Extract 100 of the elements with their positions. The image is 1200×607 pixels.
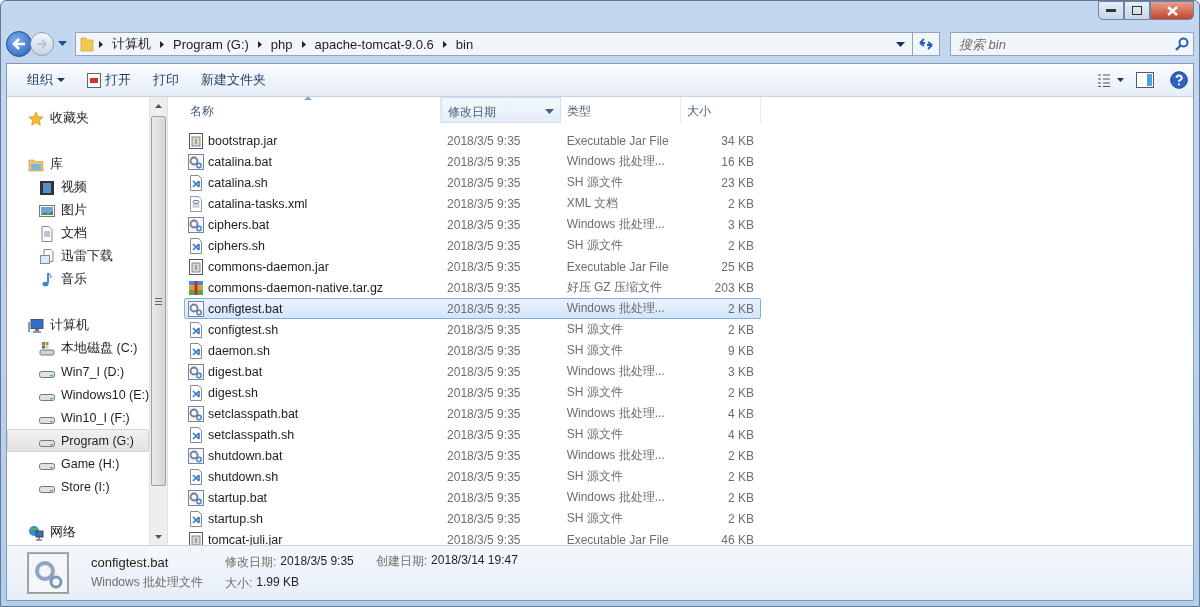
maximize-button[interactable] [1124, 1, 1150, 20]
dropdown-arrow-icon[interactable] [545, 109, 554, 114]
left-arrow-icon [12, 38, 26, 50]
nav-item[interactable]: Store (I:) [7, 475, 149, 498]
gears-file-icon [188, 447, 204, 464]
file-row[interactable]: ciphers.sh 2018/3/5 9:35 SH 源文件 2 KB [184, 235, 761, 256]
file-row[interactable]: configtest.bat 2018/3/5 9:35 Windows 批处理... 2 KB [184, 298, 761, 319]
column-header[interactable]: 类型 [561, 97, 681, 123]
type-cell-text: Windows 批处理... [565, 153, 666, 170]
down-arrow-icon[interactable] [155, 534, 162, 539]
date-cell-text: 2018/3/5 9:35 [446, 322, 522, 337]
nav-item[interactable]: 文档 [7, 222, 149, 245]
file-row[interactable]: configtest.sh 2018/3/5 9:35 SH 源文件 2 KB [184, 319, 761, 340]
search-icon [1175, 37, 1189, 51]
file-row[interactable]: daemon.sh 2018/3/5 9:35 SH 源文件 9 KB [184, 340, 761, 361]
maximize-icon [1132, 6, 1142, 15]
file-row[interactable]: startup.bat 2018/3/5 9:35 Windows 批处理... 2 KB [184, 487, 761, 508]
view-list-icon[interactable] [1098, 73, 1124, 87]
file-row[interactable]: bootstrap.jar 2018/3/5 9:35 Executable Jar File 34 KB [184, 130, 761, 151]
chevron-icon[interactable] [301, 40, 306, 48]
nav-item[interactable]: Windows10 (E:) [7, 383, 149, 406]
scrollbar[interactable] [149, 97, 167, 545]
dropdown-arrow-icon[interactable] [895, 41, 905, 47]
nav-item[interactable]: Win7_I (D:) [7, 360, 149, 383]
toolbar-button[interactable]: 组织 [19, 68, 73, 92]
field-label: 大小: [225, 575, 253, 592]
file-row[interactable]: ciphers.bat 2018/3/5 9:35 Windows 批处理... 3 KB [184, 214, 761, 235]
size-cell-text: 9 KB [726, 343, 755, 358]
breadcrumb[interactable]: Program (G:) [169, 36, 253, 52]
file-row[interactable]: setclasspath.bat 2018/3/5 9:35 Windows 批处理... 4 KB [184, 403, 761, 424]
address-bar[interactable]: 计算机 Program (G:) php apache-tomcat-9.0.6 bin [75, 32, 940, 56]
chevron-icon[interactable] [99, 40, 103, 48]
back-button[interactable] [6, 31, 32, 57]
file-name: commons-daemon-native.tar.gz [208, 280, 384, 295]
file-row[interactable]: shutdown.bat 2018/3/5 9:35 Windows 批处理... 2 KB [184, 445, 761, 466]
field-label: 修改日期: [225, 554, 277, 571]
picture-icon [39, 202, 55, 219]
nav-item[interactable]: Win10_I (F:) [7, 406, 149, 429]
help-icon[interactable] [1170, 71, 1188, 89]
nav-item[interactable]: 本地磁盘 (C:) [7, 337, 149, 360]
xml-file-icon [188, 195, 204, 212]
nav-item[interactable]: 计算机 [7, 314, 149, 337]
up-arrow-icon[interactable] [155, 103, 162, 108]
nav-item[interactable]: 收藏夹 [7, 107, 149, 130]
breadcrumb[interactable]: 计算机 [108, 35, 155, 53]
breadcrumb[interactable]: apache-tomcat-9.0.6 [310, 36, 438, 52]
file-row[interactable]: commons-daemon.jar 2018/3/5 9:35 Executable Jar File 25 KB [184, 256, 761, 277]
nav-item[interactable]: Program (G:) [7, 429, 149, 452]
chevron-icon[interactable] [442, 40, 447, 48]
drive-icon [39, 340, 55, 357]
file-type: Windows 批处理文件 [91, 574, 203, 591]
date-cell-text: 2018/3/5 9:35 [446, 532, 522, 545]
close-button[interactable] [1150, 1, 1194, 20]
size-cell-text: 25 KB [720, 259, 755, 274]
chevron-icon[interactable] [160, 40, 164, 48]
nav-item[interactable]: 音乐 [7, 268, 149, 291]
file-row[interactable]: startup.sh 2018/3/5 9:35 SH 源文件 2 KB [184, 508, 761, 529]
type-cell-text: SH 源文件 [565, 174, 624, 191]
nav-item[interactable]: 库 [7, 153, 149, 176]
file-name: setclasspath.bat [208, 406, 299, 421]
file-row[interactable]: catalina.sh 2018/3/5 9:35 SH 源文件 23 KB [184, 172, 761, 193]
nav-item[interactable]: 网络 [7, 521, 149, 544]
size-cell-text: 2 KB [726, 385, 755, 400]
drive-icon [39, 485, 55, 493]
close-icon [1166, 5, 1178, 16]
file-row[interactable]: setclasspath.sh 2018/3/5 9:35 SH 源文件 4 KB [184, 424, 761, 445]
breadcrumb[interactable]: php [266, 36, 297, 52]
date-cell-text: 2018/3/5 9:35 [446, 217, 522, 232]
minimize-button[interactable] [1098, 1, 1124, 20]
sort-arrow-icon [304, 97, 312, 100]
nav-item[interactable]: 图片 [7, 199, 149, 222]
gears-file-icon [188, 405, 204, 422]
toolbar-button[interactable]: 打开 [79, 68, 139, 92]
date-cell-text: 2018/3/5 9:35 [446, 406, 522, 421]
nav-item[interactable]: 视频 [7, 176, 149, 199]
file-row[interactable]: shutdown.sh 2018/3/5 9:35 SH 源文件 2 KB [184, 466, 761, 487]
size-cell-text: 2 KB [726, 238, 755, 253]
column-header[interactable]: 修改日期 [441, 97, 561, 123]
recent-dropdown-icon[interactable] [58, 41, 67, 47]
preview-pane-icon[interactable] [1136, 72, 1154, 88]
date-cell-text: 2018/3/5 9:35 [446, 364, 522, 379]
breadcrumb[interactable]: bin [451, 36, 478, 52]
right-arrow-icon [36, 39, 48, 49]
refresh-icon[interactable] [918, 37, 934, 51]
file-row[interactable]: catalina.bat 2018/3/5 9:35 Windows 批处理... 16 KB [184, 151, 761, 172]
chevron-icon[interactable] [257, 40, 262, 48]
type-cell-text: SH 源文件 [565, 237, 624, 254]
file-row[interactable]: catalina-tasks.xml 2018/3/5 9:35 XML 文档 2 KB [184, 193, 761, 214]
file-row[interactable]: commons-daemon-native.tar.gz 2018/3/5 9:35 好压 GZ 压缩文件 203 KB [184, 277, 761, 298]
toolbar-button[interactable]: 打印 [145, 68, 187, 92]
nav-item[interactable]: Game (H:) [7, 452, 149, 475]
file-row[interactable]: digest.bat 2018/3/5 9:35 Windows 批处理... 3 KB [184, 361, 761, 382]
column-header[interactable]: 大小 [681, 97, 761, 123]
file-name: bootstrap.jar [208, 133, 278, 148]
search-field[interactable]: 搜索 bin [950, 32, 1194, 56]
file-row[interactable]: digest.sh 2018/3/5 9:35 SH 源文件 2 KB [184, 382, 761, 403]
file-name: catalina-tasks.xml [208, 196, 308, 211]
nav-item[interactable]: 迅雷下载 [7, 245, 149, 268]
code-file-icon [188, 237, 204, 254]
toolbar-button[interactable]: 新建文件夹 [193, 68, 274, 92]
